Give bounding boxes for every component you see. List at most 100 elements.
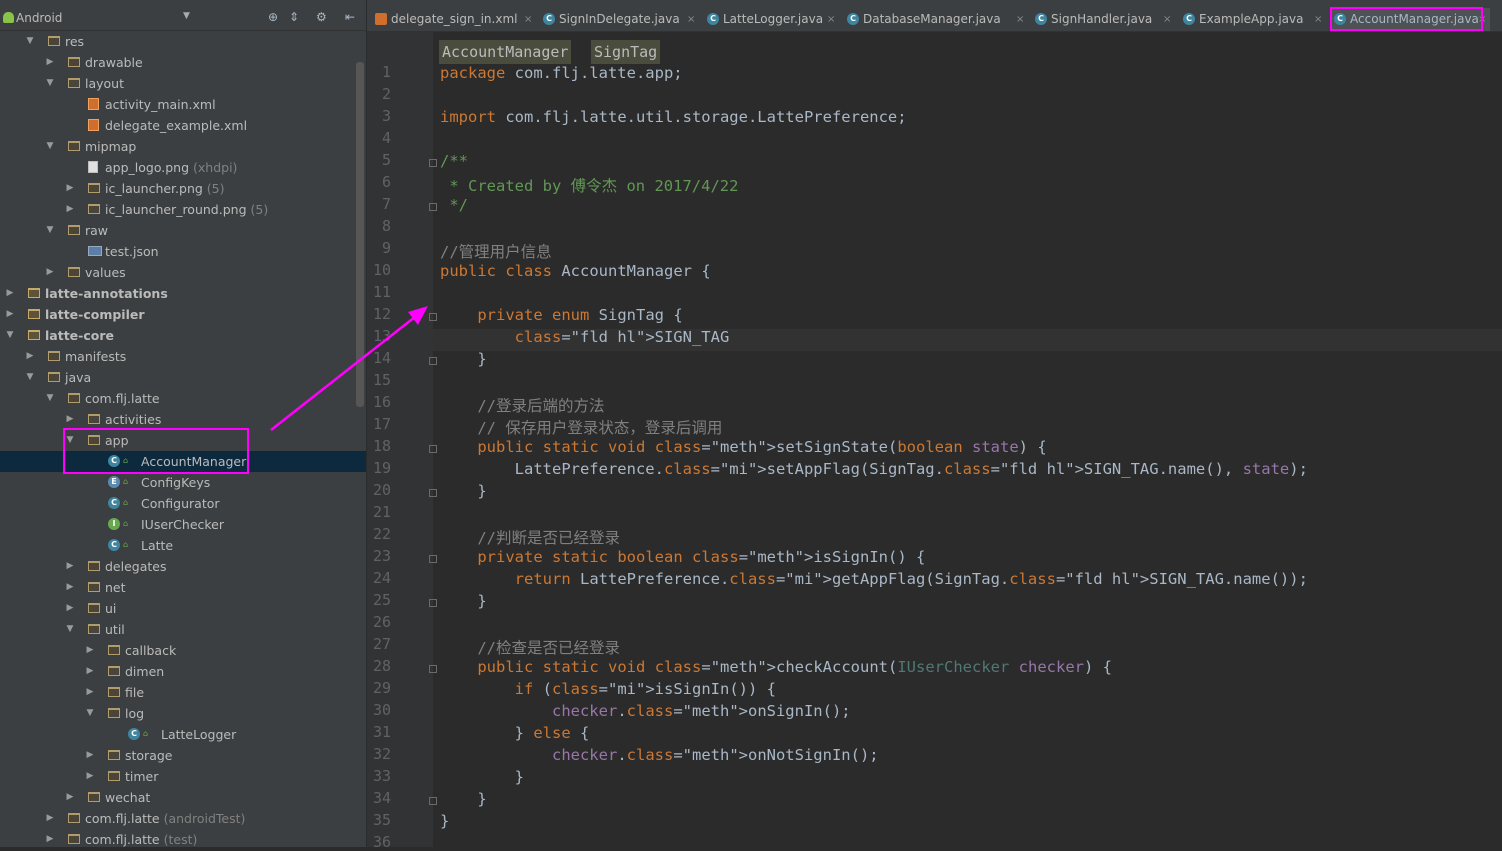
collapse-arrow-icon[interactable]: ▶	[65, 598, 75, 619]
editor-tab[interactable]: C SignInDelegate.java ×	[539, 8, 699, 31]
tree-item[interactable]: test.json	[0, 241, 366, 262]
collapse-arrow-icon[interactable]: ▶	[85, 640, 95, 661]
editor-tab[interactable]: C LatteLogger.java ×	[703, 8, 839, 31]
tree-item[interactable]: ▼ java	[0, 367, 366, 388]
tree-item[interactable]: E ⌂ ConfigKeys	[0, 472, 366, 493]
code-line[interactable]: //判断是否已经登录	[440, 526, 620, 548]
fold-marker-icon[interactable]	[429, 159, 437, 167]
collapse-arrow-icon[interactable]: ▶	[85, 682, 95, 703]
code-line[interactable]: public static void class="meth">checkAcc…	[440, 658, 1112, 676]
editor-tab[interactable]: C ExampleApp.java ×	[1179, 8, 1326, 31]
expand-arrow-icon[interactable]: ▼	[45, 388, 55, 409]
collapse-arrow-icon[interactable]: ▶	[45, 262, 55, 283]
tree-item[interactable]: ▶ storage	[0, 745, 366, 766]
editor-tab[interactable]: C DatabaseManager.java ×	[843, 8, 1028, 31]
collapse-arrow-icon[interactable]: ▶	[65, 178, 75, 199]
code-line[interactable]: // 保存用户登录状态，登录后调用	[440, 416, 722, 438]
project-view-selector[interactable]: Android	[16, 11, 62, 25]
code-line[interactable]: public static void class="meth">setSignS…	[440, 438, 1046, 456]
code-line[interactable]: }	[440, 790, 486, 808]
collapse-arrow-icon[interactable]: ▶	[5, 304, 15, 325]
fold-marker-icon[interactable]	[429, 797, 437, 805]
code-line[interactable]: import com.flj.latte.util.storage.LatteP…	[440, 108, 907, 126]
collapse-arrow-icon[interactable]: ▶	[65, 577, 75, 598]
tree-item[interactable]: ▶ delegates	[0, 556, 366, 577]
tree-item[interactable]: ▼ latte-core	[0, 325, 366, 346]
tree-item[interactable]: ▶ values	[0, 262, 366, 283]
expand-arrow-icon[interactable]: ▼	[45, 220, 55, 241]
code-line[interactable]: /**	[440, 152, 468, 170]
collapse-arrow-icon[interactable]: ▶	[45, 808, 55, 829]
code-line[interactable]: } else {	[440, 724, 590, 742]
tree-item[interactable]: delegate_example.xml	[0, 115, 366, 136]
code-line[interactable]: }	[440, 592, 486, 610]
collapse-arrow-icon[interactable]: ▶	[85, 661, 95, 682]
code-line[interactable]: checker.class="meth">onNotSignIn();	[440, 746, 879, 764]
tree-item[interactable]: ▼ util	[0, 619, 366, 640]
tree-item[interactable]: ▶ callback	[0, 640, 366, 661]
tree-item[interactable]: ▶ latte-compiler	[0, 304, 366, 325]
code-line[interactable]: private static boolean class="meth">isSi…	[440, 548, 925, 566]
collapse-all-icon[interactable]: ⇕	[289, 10, 299, 24]
fold-marker-icon[interactable]	[429, 445, 437, 453]
tree-item[interactable]: ▼ res	[0, 31, 366, 52]
tree-item[interactable]: ▼ raw	[0, 220, 366, 241]
code-line[interactable]: }	[440, 350, 486, 368]
fold-marker-icon[interactable]	[429, 203, 437, 211]
collapse-arrow-icon[interactable]: ▶	[65, 556, 75, 577]
collapse-arrow-icon[interactable]: ▶	[85, 745, 95, 766]
collapse-arrow-icon[interactable]: ▶	[45, 52, 55, 73]
tree-item[interactable]: ▶ manifests	[0, 346, 366, 367]
collapse-arrow-icon[interactable]: ▶	[65, 409, 75, 430]
collapse-arrow-icon[interactable]: ▶	[65, 199, 75, 220]
close-icon[interactable]: ×	[524, 8, 532, 31]
tree-item[interactable]: ▶ activities	[0, 409, 366, 430]
code-line[interactable]: //检查是否已经登录	[440, 636, 620, 658]
code-line[interactable]: package com.flj.latte.app;	[440, 64, 683, 82]
code-line[interactable]: }	[440, 812, 449, 830]
expand-arrow-icon[interactable]: ▼	[25, 31, 35, 52]
collapse-arrow-icon[interactable]: ▶	[65, 787, 75, 808]
code-line[interactable]: LattePreference.class="mi">setAppFlag(Si…	[440, 460, 1308, 478]
tree-item[interactable]: ▶ ic_launcher.png (5)	[0, 178, 366, 199]
code-line[interactable]: //登录后端的方法	[440, 394, 604, 416]
tree-item[interactable]: C ⌂ LatteLogger	[0, 724, 366, 745]
fold-marker-icon[interactable]	[429, 489, 437, 497]
expand-arrow-icon[interactable]: ▼	[85, 703, 95, 724]
collapse-arrow-icon[interactable]: ▶	[85, 766, 95, 787]
tree-item[interactable]: ▼ log	[0, 703, 366, 724]
fold-marker-icon[interactable]	[429, 313, 437, 321]
tree-item[interactable]: C ⌂ Configurator	[0, 493, 366, 514]
code-line[interactable]: */	[440, 196, 468, 214]
code-line[interactable]: class="fld hl">SIGN_TAG	[440, 328, 730, 346]
editor-tab[interactable]: delegate_sign_in.xml ×	[371, 8, 536, 31]
tree-item[interactable]: ▶ net	[0, 577, 366, 598]
tree-item[interactable]: ▼ mipmap	[0, 136, 366, 157]
tree-item[interactable]: ▶ dimen	[0, 661, 366, 682]
expand-arrow-icon[interactable]: ▼	[25, 367, 35, 388]
scrollbar[interactable]	[356, 62, 364, 407]
gear-icon[interactable]: ⚙	[316, 10, 327, 24]
code-line[interactable]: //管理用户信息	[440, 240, 552, 262]
tree-item[interactable]: ▼ com.flj.latte	[0, 388, 366, 409]
tree-item[interactable]: ▶ drawable	[0, 52, 366, 73]
code-line[interactable]: public class AccountManager {	[440, 262, 711, 280]
code-line[interactable]: }	[440, 482, 486, 500]
fold-marker-icon[interactable]	[429, 555, 437, 563]
tree-item[interactable]: ▶ timer	[0, 766, 366, 787]
expand-arrow-icon[interactable]: ▼	[5, 325, 15, 346]
sync-icon[interactable]: ⊕	[268, 10, 278, 24]
tree-item[interactable]: ▼ layout	[0, 73, 366, 94]
code-line[interactable]: return LattePreference.class="mi">getApp…	[440, 570, 1308, 588]
chevron-down-icon[interactable]: ▼	[183, 11, 190, 21]
fold-marker-icon[interactable]	[429, 357, 437, 365]
collapse-arrow-icon[interactable]: ▶	[5, 283, 15, 304]
code-line[interactable]: * Created by 傅令杰 on 2017/4/22	[440, 174, 738, 196]
tree-item[interactable]: ▶ com.flj.latte (androidTest)	[0, 808, 366, 829]
close-icon[interactable]: ×	[1016, 8, 1024, 31]
expand-arrow-icon[interactable]: ▼	[45, 73, 55, 94]
tree-item[interactable]: C ⌂ Latte	[0, 535, 366, 556]
hide-panel-icon[interactable]: ⇤	[345, 10, 355, 24]
tree-item[interactable]: ▶ com.flj.latte (test)	[0, 829, 366, 847]
tree-item[interactable]: ▶ ui	[0, 598, 366, 619]
